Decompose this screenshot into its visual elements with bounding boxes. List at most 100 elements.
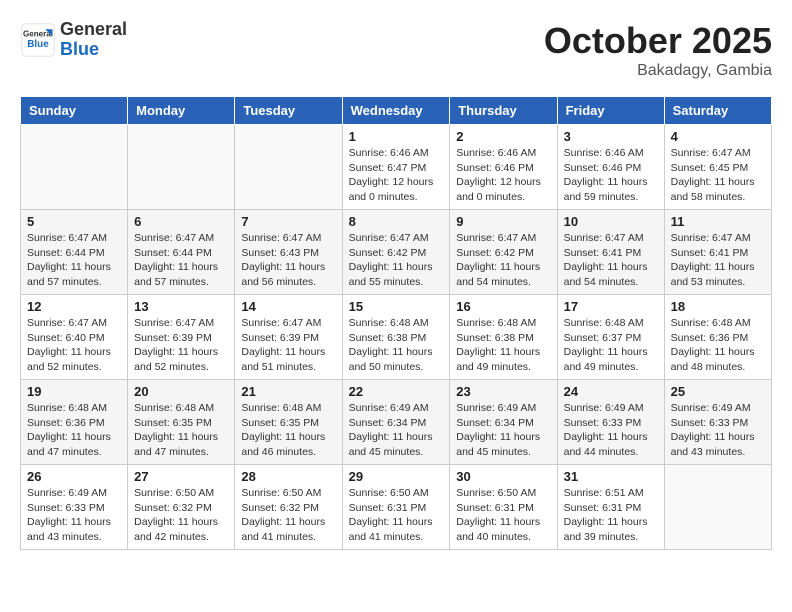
day-info: Sunrise: 6:48 AM Sunset: 6:37 PM Dayligh… bbox=[564, 316, 658, 375]
header-saturday: Saturday bbox=[664, 97, 771, 125]
calendar-week-1: 1 Sunrise: 6:46 AM Sunset: 6:47 PM Daylig… bbox=[21, 125, 772, 210]
table-row: 28Sunrise: 6:50 AM Sunset: 6:32 PM Dayli… bbox=[235, 465, 342, 550]
day-info: Sunrise: 6:49 AM Sunset: 6:33 PM Dayligh… bbox=[27, 486, 121, 545]
table-row: 29 Sunrise: 6:50 AM Sunset: 6:31 PM Dayli… bbox=[342, 465, 450, 550]
day-info: Sunrise: 6:47 AM Sunset: 6:41 PM Dayligh… bbox=[564, 231, 658, 290]
table-row: 10Sunrise: 6:47 AM Sunset: 6:41 PM Dayli… bbox=[557, 210, 664, 295]
table-row: 20Sunrise: 6:48 AM Sunset: 6:35 PM Dayli… bbox=[128, 380, 235, 465]
day-number: 31 bbox=[564, 469, 658, 484]
table-row: 19Sunrise: 6:48 AM Sunset: 6:36 PM Dayli… bbox=[21, 380, 128, 465]
table-row: 27 Sunrise: 6:50 AM Sunset: 6:32 PM Dayli… bbox=[128, 465, 235, 550]
table-row bbox=[21, 125, 128, 210]
day-number: 12 bbox=[27, 299, 121, 314]
header-monday: Monday bbox=[128, 97, 235, 125]
day-info: Sunrise: 6:47 AM Sunset: 6:42 PM Dayligh… bbox=[349, 231, 444, 290]
day-number: 21 bbox=[241, 384, 335, 399]
table-row: 7Sunrise: 6:47 AM Sunset: 6:43 PM Daylig… bbox=[235, 210, 342, 295]
day-number: 13 bbox=[134, 299, 228, 314]
header-thursday: Thursday bbox=[450, 97, 557, 125]
day-number: 18 bbox=[671, 299, 765, 314]
day-info: Sunrise: 6:47 AM Sunset: 6:42 PM Dayligh… bbox=[456, 231, 550, 290]
table-row: 24 Sunrise: 6:49 AM Sunset: 6:33 PM Dayli… bbox=[557, 380, 664, 465]
table-row: 16Sunrise: 6:48 AM Sunset: 6:38 PM Dayli… bbox=[450, 295, 557, 380]
day-info: Sunrise: 6:48 AM Sunset: 6:36 PM Dayligh… bbox=[671, 316, 765, 375]
calendar-week-2: 5 Sunrise: 6:47 AM Sunset: 6:44 PM Daylig… bbox=[21, 210, 772, 295]
day-number: 11 bbox=[671, 214, 765, 229]
svg-text:Blue: Blue bbox=[27, 39, 49, 50]
logo-text: General Blue bbox=[60, 20, 127, 60]
day-number: 24 bbox=[564, 384, 658, 399]
day-info: Sunrise: 6:48 AM Sunset: 6:35 PM Dayligh… bbox=[134, 401, 228, 460]
table-row: 18 Sunrise: 6:48 AM Sunset: 6:36 PM Dayli… bbox=[664, 295, 771, 380]
day-info: Sunrise: 6:47 AM Sunset: 6:39 PM Dayligh… bbox=[134, 316, 228, 375]
day-info: Sunrise: 6:51 AM Sunset: 6:31 PM Dayligh… bbox=[564, 486, 658, 545]
header-friday: Friday bbox=[557, 97, 664, 125]
day-number: 19 bbox=[27, 384, 121, 399]
day-number: 5 bbox=[27, 214, 121, 229]
location-title: Bakadagy, Gambia bbox=[544, 62, 772, 80]
table-row: 15Sunrise: 6:48 AM Sunset: 6:38 PM Dayli… bbox=[342, 295, 450, 380]
day-info: Sunrise: 6:49 AM Sunset: 6:33 PM Dayligh… bbox=[671, 401, 765, 460]
day-number: 14 bbox=[241, 299, 335, 314]
calendar-header-row: Sunday Monday Tuesday Wednesday Thursday… bbox=[21, 97, 772, 125]
table-row: 13 Sunrise: 6:47 AM Sunset: 6:39 PM Dayli… bbox=[128, 295, 235, 380]
day-info: Sunrise: 6:47 AM Sunset: 6:41 PM Dayligh… bbox=[671, 231, 765, 290]
day-info: Sunrise: 6:49 AM Sunset: 6:34 PM Dayligh… bbox=[349, 401, 444, 460]
day-info: Sunrise: 6:47 AM Sunset: 6:40 PM Dayligh… bbox=[27, 316, 121, 375]
logo-general-text: General bbox=[60, 20, 127, 40]
title-area: October 2025 Bakadagy, Gambia bbox=[544, 20, 772, 80]
day-info: Sunrise: 6:49 AM Sunset: 6:33 PM Dayligh… bbox=[564, 401, 658, 460]
table-row: 14 Sunrise: 6:47 AM Sunset: 6:39 PM Dayli… bbox=[235, 295, 342, 380]
day-info: Sunrise: 6:46 AM Sunset: 6:47 PM Dayligh… bbox=[349, 146, 444, 205]
table-row: 23 Sunrise: 6:49 AM Sunset: 6:34 PM Dayli… bbox=[450, 380, 557, 465]
table-row: 21 Sunrise: 6:48 AM Sunset: 6:35 PM Dayli… bbox=[235, 380, 342, 465]
day-number: 15 bbox=[349, 299, 444, 314]
day-number: 16 bbox=[456, 299, 550, 314]
table-row: 3Sunrise: 6:46 AM Sunset: 6:46 PM Daylig… bbox=[557, 125, 664, 210]
day-info: Sunrise: 6:50 AM Sunset: 6:31 PM Dayligh… bbox=[349, 486, 444, 545]
day-number: 1 bbox=[349, 129, 444, 144]
table-row bbox=[664, 465, 771, 550]
day-info: Sunrise: 6:48 AM Sunset: 6:35 PM Dayligh… bbox=[241, 401, 335, 460]
day-info: Sunrise: 6:47 AM Sunset: 6:44 PM Dayligh… bbox=[27, 231, 121, 290]
header-tuesday: Tuesday bbox=[235, 97, 342, 125]
calendar-table: Sunday Monday Tuesday Wednesday Thursday… bbox=[20, 96, 772, 550]
table-row: 6Sunrise: 6:47 AM Sunset: 6:44 PM Daylig… bbox=[128, 210, 235, 295]
day-number: 2 bbox=[456, 129, 550, 144]
day-info: Sunrise: 6:47 AM Sunset: 6:39 PM Dayligh… bbox=[241, 316, 335, 375]
logo: General Blue General Blue bbox=[20, 20, 127, 60]
day-info: Sunrise: 6:47 AM Sunset: 6:43 PM Dayligh… bbox=[241, 231, 335, 290]
day-number: 27 bbox=[134, 469, 228, 484]
day-number: 28 bbox=[241, 469, 335, 484]
table-row: 12 Sunrise: 6:47 AM Sunset: 6:40 PM Dayli… bbox=[21, 295, 128, 380]
day-number: 23 bbox=[456, 384, 550, 399]
day-info: Sunrise: 6:49 AM Sunset: 6:34 PM Dayligh… bbox=[456, 401, 550, 460]
day-number: 17 bbox=[564, 299, 658, 314]
day-number: 6 bbox=[134, 214, 228, 229]
day-number: 4 bbox=[671, 129, 765, 144]
table-row bbox=[235, 125, 342, 210]
day-info: Sunrise: 6:47 AM Sunset: 6:45 PM Dayligh… bbox=[671, 146, 765, 205]
table-row: 11 Sunrise: 6:47 AM Sunset: 6:41 PM Dayli… bbox=[664, 210, 771, 295]
table-row: 22 Sunrise: 6:49 AM Sunset: 6:34 PM Dayli… bbox=[342, 380, 450, 465]
day-number: 26 bbox=[27, 469, 121, 484]
day-number: 9 bbox=[456, 214, 550, 229]
day-info: Sunrise: 6:46 AM Sunset: 6:46 PM Dayligh… bbox=[564, 146, 658, 205]
table-row bbox=[128, 125, 235, 210]
table-row: 2Sunrise: 6:46 AM Sunset: 6:46 PM Daylig… bbox=[450, 125, 557, 210]
table-row: 26 Sunrise: 6:49 AM Sunset: 6:33 PM Dayli… bbox=[21, 465, 128, 550]
day-number: 29 bbox=[349, 469, 444, 484]
month-title: October 2025 bbox=[544, 20, 772, 62]
table-row: 4 Sunrise: 6:47 AM Sunset: 6:45 PM Daylig… bbox=[664, 125, 771, 210]
table-row: 8Sunrise: 6:47 AM Sunset: 6:42 PM Daylig… bbox=[342, 210, 450, 295]
day-number: 22 bbox=[349, 384, 444, 399]
table-row: 31 Sunrise: 6:51 AM Sunset: 6:31 PM Dayli… bbox=[557, 465, 664, 550]
table-row: 30Sunrise: 6:50 AM Sunset: 6:31 PM Dayli… bbox=[450, 465, 557, 550]
day-info: Sunrise: 6:50 AM Sunset: 6:32 PM Dayligh… bbox=[134, 486, 228, 545]
calendar-week-3: 12 Sunrise: 6:47 AM Sunset: 6:40 PM Dayli… bbox=[21, 295, 772, 380]
logo-icon: General Blue bbox=[20, 22, 56, 58]
day-number: 30 bbox=[456, 469, 550, 484]
header-sunday: Sunday bbox=[21, 97, 128, 125]
table-row: 17 Sunrise: 6:48 AM Sunset: 6:37 PM Dayli… bbox=[557, 295, 664, 380]
table-row: 25Sunrise: 6:49 AM Sunset: 6:33 PM Dayli… bbox=[664, 380, 771, 465]
